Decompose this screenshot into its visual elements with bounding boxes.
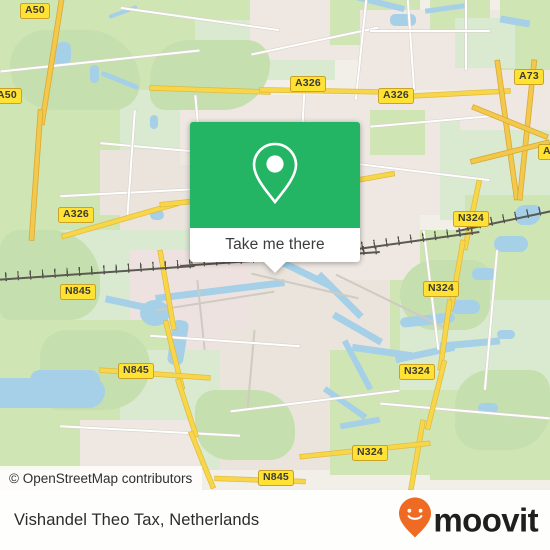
road-shield-a73: A73 xyxy=(514,69,544,85)
osm-attribution[interactable]: © OpenStreetMap contributors xyxy=(0,466,203,490)
road-shield-a50: A50 xyxy=(20,3,50,19)
water-body xyxy=(450,300,480,314)
water-body xyxy=(390,14,416,26)
bottom-bar: Vishandel Theo Tax, Netherlands moovit xyxy=(0,490,550,550)
landuse-forest xyxy=(195,390,295,460)
place-name-label: Vishandel Theo Tax, Netherlands xyxy=(14,510,260,529)
map-pin-icon xyxy=(249,140,301,211)
road-shield-n324: N324 xyxy=(399,364,435,380)
landuse-green xyxy=(370,110,425,155)
screenshot-root: A50 A50 A326 A326 A73 A73 A326 N324 N845… xyxy=(0,0,550,550)
road-shield-a326: A326 xyxy=(290,76,326,92)
road-shield-a50: A50 xyxy=(0,88,22,104)
road-minor xyxy=(465,0,467,70)
road-shield-a73: A73 xyxy=(538,144,550,160)
popup-header xyxy=(190,122,360,228)
landuse-green xyxy=(455,18,515,68)
landuse-forest xyxy=(150,40,270,110)
road-shield-a326: A326 xyxy=(378,88,414,104)
water-body xyxy=(30,370,100,390)
road-shield-n845: N845 xyxy=(258,470,294,486)
moovit-smile-pin-icon xyxy=(398,497,432,544)
road-minor xyxy=(370,30,490,32)
landuse-forest xyxy=(10,30,140,110)
popup-pointer-icon xyxy=(264,262,286,273)
road-shield-n324: N324 xyxy=(352,445,388,461)
road-shield-n324: N324 xyxy=(423,281,459,297)
road-shield-n845: N845 xyxy=(118,363,154,379)
osm-attribution-text: © OpenStreetMap contributors xyxy=(9,470,193,486)
moovit-brand[interactable]: moovit xyxy=(398,497,539,544)
road-shield-a326: A326 xyxy=(58,207,94,223)
water-body xyxy=(150,115,158,129)
location-popup[interactable]: Take me there xyxy=(190,122,360,273)
water-body xyxy=(90,65,99,83)
road-shield-n845: N845 xyxy=(60,284,96,300)
moovit-wordmark: moovit xyxy=(433,501,538,539)
take-me-there-label: Take me there xyxy=(225,236,325,253)
popup-footer[interactable]: Take me there xyxy=(190,228,360,273)
road-shield-n324: N324 xyxy=(453,211,489,227)
water-body xyxy=(472,268,496,280)
